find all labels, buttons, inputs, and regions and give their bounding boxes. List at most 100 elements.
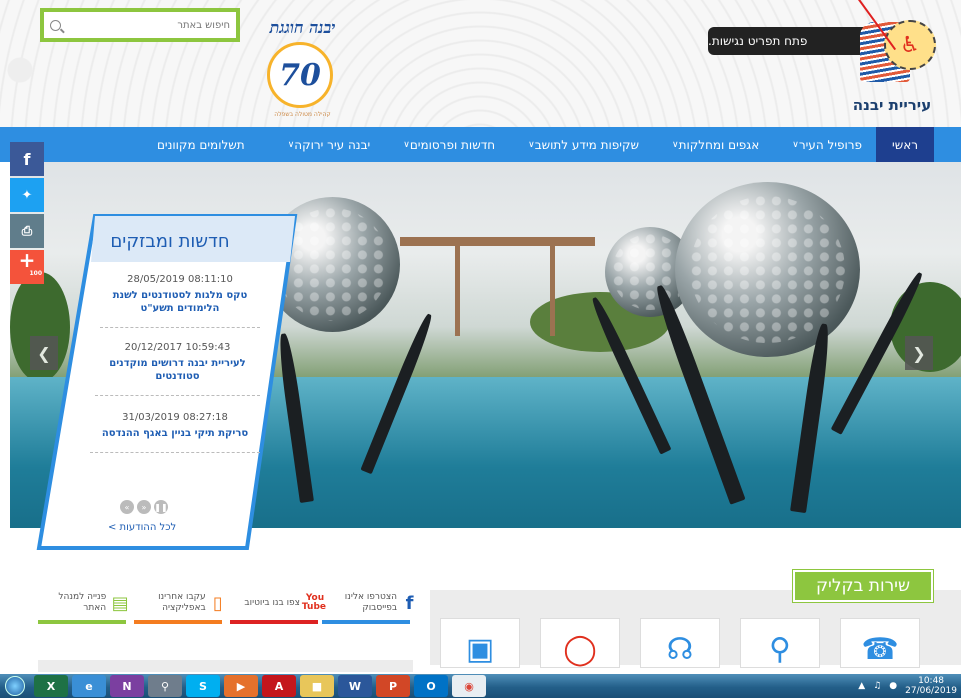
news-link[interactable]: סריקת תיקי בניין באגף ההנדסה bbox=[90, 427, 260, 440]
contact-admin-text: פנייה למנהל האתר bbox=[58, 592, 107, 613]
youtube-link-text: צפו בנו ביוטיוב bbox=[244, 597, 300, 608]
ie-icon[interactable]: e bbox=[72, 675, 106, 697]
sculpture-sphere bbox=[675, 182, 860, 357]
youtube-link[interactable]: You Tube צפו בנו ביוטיוב bbox=[236, 583, 326, 623]
news-title: חדשות ומבזקים bbox=[110, 230, 230, 252]
search-icon[interactable] bbox=[50, 19, 61, 31]
pdf-icon[interactable]: A bbox=[262, 675, 296, 697]
nav-item-departments[interactable]: אגפים ומחלקות ∨ bbox=[653, 127, 773, 162]
system-tray: ▲ ♫ ● 10:48 27/06/2019 bbox=[858, 674, 957, 698]
anniversary-title: יבנה חוגגת bbox=[269, 18, 336, 37]
nav-label: ראשי bbox=[892, 137, 918, 152]
volume-icon[interactable]: ♫ bbox=[873, 681, 881, 691]
news-link[interactable]: טקס מלגות לסטודנטים לשנת הלימודים תשע"ט bbox=[100, 289, 260, 315]
nav-label: חדשות ופרסומים bbox=[409, 137, 496, 152]
start-button[interactable] bbox=[0, 674, 30, 698]
browser-page: יבנה חוגגת 70 קהילה מטולה בשפלה פתח תפרי… bbox=[0, 0, 961, 698]
nav-label: שקיפות מידע לתושב bbox=[534, 137, 639, 152]
nav-item-news[interactable]: חדשות ופרסומים ∨ bbox=[384, 127, 509, 162]
onenote-icon[interactable]: N bbox=[110, 675, 144, 697]
nav-label: אגפים ומחלקות bbox=[678, 137, 760, 152]
skype-icon[interactable]: S bbox=[186, 675, 220, 697]
news-controls: ❚❚ « » bbox=[120, 500, 168, 514]
anniversary-logo[interactable]: יבנה חוגגת 70 קהילה מטולה בשפלה bbox=[255, 18, 350, 118]
nav-item-green-city[interactable]: יבנה עיר ירוקה ∨ bbox=[269, 127, 385, 162]
phone-icon: ▯ bbox=[212, 592, 223, 614]
link-underline bbox=[322, 620, 410, 624]
news-all-link[interactable]: לכל ההודעות > bbox=[108, 522, 176, 533]
nav-label: יבנה עיר ירוקה bbox=[294, 137, 371, 152]
alarm-light-icon[interactable]: ◯ bbox=[540, 618, 620, 668]
facebook-icon: f bbox=[405, 592, 414, 614]
content-box bbox=[38, 660, 413, 672]
youtube-badge-bottom: Tube bbox=[301, 602, 326, 612]
link-underline bbox=[38, 620, 126, 624]
clock-date: 27/06/2019 bbox=[905, 686, 957, 696]
media-player-icon[interactable]: ▶ bbox=[224, 675, 258, 697]
search-box[interactable] bbox=[40, 8, 240, 42]
pergola-post bbox=[550, 246, 555, 336]
news-date: 10:59:43 20/12/2017 bbox=[124, 342, 231, 353]
services-title: שירות בקליק bbox=[793, 570, 933, 602]
facebook-link-text: הצטרפו אלינו בפייסבוק bbox=[344, 592, 398, 613]
news-item[interactable]: 08:11:10 28/05/2019 טקס מלגות לסטודנטים … bbox=[100, 270, 260, 328]
pergola-post bbox=[455, 246, 460, 336]
search-input[interactable] bbox=[67, 19, 230, 31]
anniversary-number: 70 bbox=[267, 42, 333, 108]
clock[interactable]: 10:48 27/06/2019 bbox=[905, 676, 957, 696]
news-item[interactable]: 10:59:43 20/12/2017 לעיריית יבנה דרושים … bbox=[95, 338, 260, 396]
city-name: עיריית יבנה bbox=[852, 96, 932, 114]
phone-book-icon[interactable]: ☎ bbox=[840, 618, 920, 668]
chevron-down-icon: ∨ bbox=[403, 139, 410, 150]
outlook-icon[interactable]: O bbox=[414, 675, 448, 697]
news-link[interactable]: לעיריית יבנה דרושים מוקדנים סטודנטים bbox=[95, 357, 260, 383]
facebook-link[interactable]: f הצטרפו אלינו בפייסבוק bbox=[328, 583, 418, 623]
news-date: 08:27:18 31/03/2019 bbox=[122, 412, 228, 423]
chevron-down-icon: ∨ bbox=[792, 139, 799, 150]
pergola bbox=[400, 237, 595, 246]
news-item[interactable]: 08:27:18 31/03/2019 סריקת תיקי בניין באג… bbox=[90, 408, 260, 453]
chrome-icon[interactable]: ◉ bbox=[452, 675, 486, 697]
folder-icon[interactable]: ■ bbox=[300, 675, 334, 697]
divider bbox=[90, 452, 260, 453]
chevron-down-icon: ∨ bbox=[671, 139, 679, 150]
windows-taskbar: X e N ⚲ S ▶ A ■ W P O ◉ ▲ ♫ ● 10:48 27/0… bbox=[0, 674, 961, 698]
nav-label: תשלומים מקוונים bbox=[156, 137, 245, 152]
news-panel: חדשות ומבזקים 08:11:10 28/05/2019 טקס מל… bbox=[60, 218, 265, 538]
app-link[interactable]: ▯ עקבו אחרינו באפליקציה bbox=[136, 583, 226, 623]
news-date: 08:11:10 28/05/2019 bbox=[127, 274, 233, 285]
wallet-icon[interactable]: ▣ bbox=[440, 618, 520, 668]
contact-admin-link[interactable]: ▤ פנייה למנהל האתר bbox=[40, 583, 130, 623]
location-pin-icon[interactable]: ⚲ bbox=[740, 618, 820, 668]
link-underline bbox=[230, 620, 318, 624]
twitter-share-icon[interactable]: ✦ bbox=[10, 178, 44, 212]
word-icon[interactable]: W bbox=[338, 675, 372, 697]
app-link-text: עקבו אחרינו באפליקציה bbox=[158, 592, 206, 613]
chevron-down-icon: ∨ bbox=[528, 139, 535, 150]
search-tool-icon[interactable]: ⚲ bbox=[148, 675, 182, 697]
tray-expand-icon[interactable]: ▲ bbox=[858, 681, 865, 691]
pause-icon[interactable]: ❚❚ bbox=[154, 500, 168, 514]
nav-item-city-profile[interactable]: פרופיל העיר ∨ bbox=[773, 127, 876, 162]
chat-icon: ▤ bbox=[111, 592, 129, 614]
nav-item-transparency[interactable]: שקיפות מידע לתושב ∨ bbox=[509, 127, 653, 162]
headset-icon[interactable]: ☊ bbox=[640, 618, 720, 668]
nav-label: פרופיל העיר bbox=[798, 137, 863, 152]
excel-icon[interactable]: X bbox=[34, 675, 68, 697]
chevron-down-icon: ∨ bbox=[287, 139, 295, 150]
site-header: יבנה חוגגת 70 קהילה מטולה בשפלה פתח תפרי… bbox=[0, 0, 961, 127]
prev-icon[interactable]: « bbox=[137, 500, 151, 514]
anniversary-subtitle: קהילה מטולה בשפלה bbox=[274, 111, 331, 118]
divider bbox=[95, 395, 260, 396]
network-icon[interactable]: ● bbox=[889, 681, 897, 691]
nav-item-payments[interactable]: תשלומים מקוונים bbox=[143, 127, 259, 162]
divider bbox=[100, 327, 260, 328]
next-icon[interactable]: » bbox=[120, 500, 134, 514]
link-underline bbox=[134, 620, 222, 624]
slider-next-icon[interactable]: ❯ bbox=[905, 336, 933, 370]
windows-logo-icon bbox=[5, 676, 25, 696]
nav-item-home[interactable]: ראשי bbox=[876, 127, 934, 162]
facebook-share-icon[interactable]: f bbox=[10, 142, 44, 176]
powerpoint-icon[interactable]: P bbox=[376, 675, 410, 697]
main-nav: ראשי פרופיל העיר ∨ אגפים ומחלקות ∨ שקיפות … bbox=[0, 127, 961, 162]
